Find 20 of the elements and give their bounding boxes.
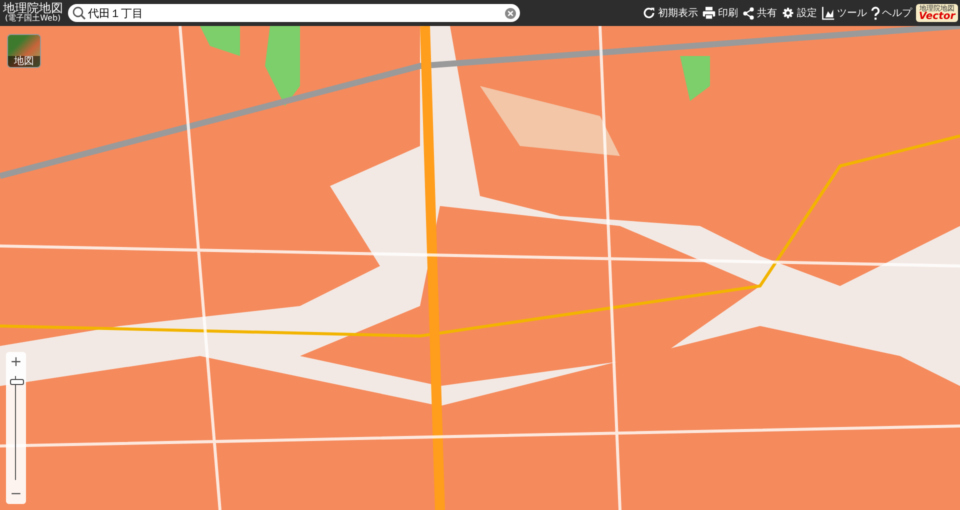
layer-button[interactable]: 地図 [7,34,41,68]
help-icon [871,6,880,20]
share-icon [742,6,755,20]
settings-icon [781,6,795,20]
search-field[interactable]: 代田１丁目 [68,4,520,22]
clear-icon[interactable] [505,8,516,18]
share-button[interactable]: 共有 [742,6,777,20]
print-button[interactable]: 印刷 [702,6,738,20]
printer-icon [702,6,716,20]
settings-button[interactable]: 設定 [781,6,817,20]
app-subtitle: (電子国土Web) [5,15,61,23]
refresh-icon [642,6,656,20]
app-title: 地理院地図 [3,2,63,14]
zoom-out-button[interactable]: − [6,484,26,504]
tool-button[interactable]: ツール [821,6,867,20]
help-button[interactable]: ヘルプ [871,6,912,20]
ruler-icon [821,6,835,20]
reset-button[interactable]: 初期表示 [642,6,698,20]
slider-handle[interactable] [10,378,24,385]
zoom-in-button[interactable]: + [6,352,26,372]
